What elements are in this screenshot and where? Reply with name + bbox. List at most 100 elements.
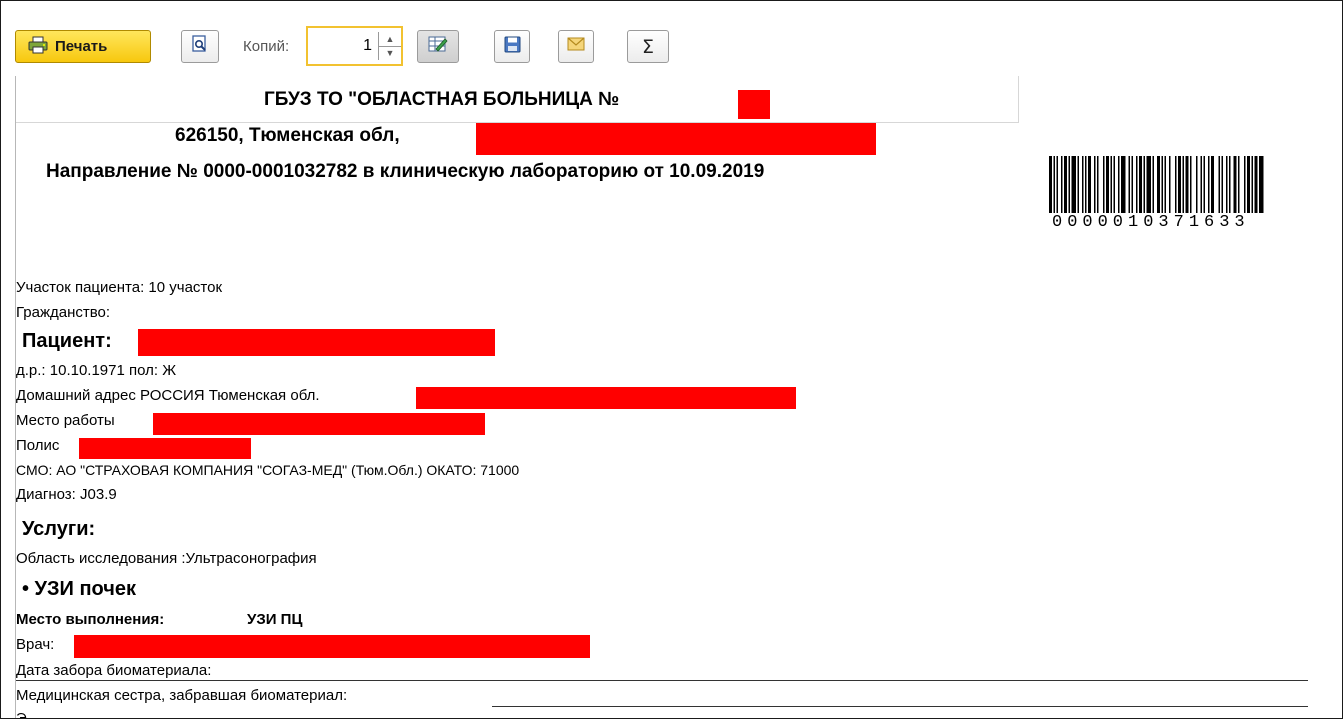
execution-place-value: УЗИ ПЦ: [247, 611, 303, 628]
execution-place-label: Место выполнения:: [16, 611, 165, 628]
print-preview-window: Печать Копий: ▲ ▼: [0, 0, 1343, 719]
barcode-bar: [1157, 156, 1160, 213]
home-address: Домашний адрес РОССИЯ Тюменская обл.: [16, 387, 320, 404]
spin-down-icon[interactable]: ▼: [379, 46, 401, 60]
barcode-bar: [1143, 156, 1145, 213]
barcode-bar: [1238, 156, 1240, 213]
barcode-bar: [1085, 156, 1087, 213]
sigma-icon: Σ: [641, 35, 654, 58]
barcode-bar: [1082, 156, 1084, 213]
redacted-workplace: [153, 413, 485, 435]
document-page: ГБУЗ ТО "ОБЛАСТНАЯ БОЛЬНИЦА № 626150, Тю…: [15, 76, 1342, 719]
redacted-patient-name: [138, 329, 495, 356]
barcode-bar: [1088, 156, 1091, 213]
barcode-bar: [1152, 156, 1154, 213]
barcode-bar: [1226, 156, 1228, 213]
envelope-icon: [567, 37, 585, 56]
sum-button[interactable]: Σ: [627, 30, 669, 63]
barcode-bar: [1068, 156, 1070, 213]
organization-name: ГБУЗ ТО "ОБЛАСТНАЯ БОЛЬНИЦА №: [264, 89, 620, 110]
barcode-bar: [1247, 156, 1250, 213]
truncated-text: Э: [16, 710, 27, 719]
redacted-policy: [79, 438, 251, 459]
barcode-bar: [1208, 156, 1210, 213]
spin-up-icon[interactable]: ▲: [379, 32, 401, 47]
barcode-bar: [1211, 156, 1214, 213]
barcode-bar: [1139, 156, 1142, 213]
barcode-bar: [1185, 156, 1189, 213]
barcode-bar: [1233, 156, 1237, 213]
barcode-bar: [1136, 156, 1138, 213]
organization-address: 626150, Тюменская обл,: [175, 125, 400, 146]
printer-icon: [28, 36, 48, 58]
barcode-bar: [1049, 156, 1052, 213]
barcode-bar: [1182, 156, 1184, 213]
copies-label: Копий:: [243, 38, 290, 55]
redacted-doctor-name: [74, 635, 590, 658]
copies-stepper[interactable]: ▲ ▼: [306, 26, 403, 66]
barcode-bar: [1128, 156, 1130, 213]
redacted-home-address: [416, 387, 796, 409]
insurance-company: СМО: АО "СТРАХОВАЯ КОМПАНИЯ "СОГАЗ-МЕД" …: [16, 462, 520, 478]
barcode-bar: [1106, 156, 1109, 213]
services-label: Услуги:: [22, 518, 96, 540]
print-button[interactable]: Печать: [15, 30, 151, 63]
barcode-bar: [1251, 156, 1253, 213]
floppy-disk-icon: [504, 36, 521, 58]
workplace-label: Место работы: [16, 412, 115, 429]
research-area: Область исследования :Ультрасонография: [16, 550, 317, 567]
barcode-bar: [1175, 156, 1177, 213]
edit-mode-button[interactable]: [417, 30, 459, 63]
birth-date-sex: д.р.: 10.10.1971 пол: Ж: [16, 362, 177, 379]
nurse-label: Медицинская сестра, забравшая биоматериа…: [16, 687, 348, 704]
barcode-bar: [1254, 156, 1258, 213]
magnifier-page-icon: [191, 35, 209, 58]
barcode-bar: [1178, 156, 1181, 213]
barcode-bar: [1113, 156, 1115, 213]
send-email-button[interactable]: [558, 30, 594, 63]
barcode-bar: [1259, 156, 1264, 213]
citizenship: Гражданство:: [16, 304, 111, 321]
barcode-image: [1049, 156, 1264, 213]
patient-district: Участок пациента: 10 участок: [16, 279, 223, 296]
barcode-bar: [1056, 156, 1058, 213]
save-button[interactable]: [494, 30, 530, 63]
barcode-bar: [1097, 156, 1099, 213]
barcode-bar: [1110, 156, 1112, 213]
service-item: • УЗИ почек: [22, 578, 137, 600]
barcode-bar: [1118, 156, 1120, 213]
barcode-bar: [1164, 156, 1166, 213]
barcode-bar: [1244, 156, 1246, 213]
barcode-bar: [1061, 156, 1063, 213]
barcode-bar: [1131, 156, 1133, 213]
barcode-bar: [1146, 156, 1151, 213]
copies-input[interactable]: [308, 28, 376, 64]
diagnosis: Диагноз: J03.9: [16, 486, 117, 503]
edit-table-icon: [428, 35, 448, 58]
barcode-bar: [1121, 156, 1126, 213]
barcode-bar: [1077, 156, 1079, 213]
barcode-bar: [1203, 156, 1205, 213]
copies-spinner[interactable]: ▲ ▼: [378, 32, 401, 60]
barcode-bar: [1071, 156, 1076, 213]
nurse-signature-line: [492, 706, 1308, 707]
barcode-bar: [1200, 156, 1202, 213]
barcode-bar: [1229, 156, 1231, 213]
barcode-bar: [1064, 156, 1067, 213]
biomaterial-date-line: [16, 680, 1308, 681]
barcode-bar: [1190, 156, 1192, 213]
policy-label: Полис: [16, 437, 60, 454]
redacted-address: [476, 123, 876, 155]
biomaterial-date-label: Дата забора биоматериала:: [16, 662, 212, 679]
patient-label: Пациент:: [22, 330, 112, 352]
barcode-bar: [1218, 156, 1220, 213]
doctor-label: Врач:: [16, 636, 55, 653]
print-button-label: Печать: [55, 38, 108, 55]
barcode-bar: [1161, 156, 1163, 213]
barcode-bar: [1221, 156, 1223, 213]
barcode-bar: [1053, 156, 1055, 213]
barcode-number: 0000010371633: [1052, 213, 1250, 232]
direction-title: Направление № 0000-0001032782 в клиничес…: [46, 161, 765, 182]
preview-button[interactable]: [181, 30, 219, 63]
barcode-bar: [1169, 156, 1171, 213]
